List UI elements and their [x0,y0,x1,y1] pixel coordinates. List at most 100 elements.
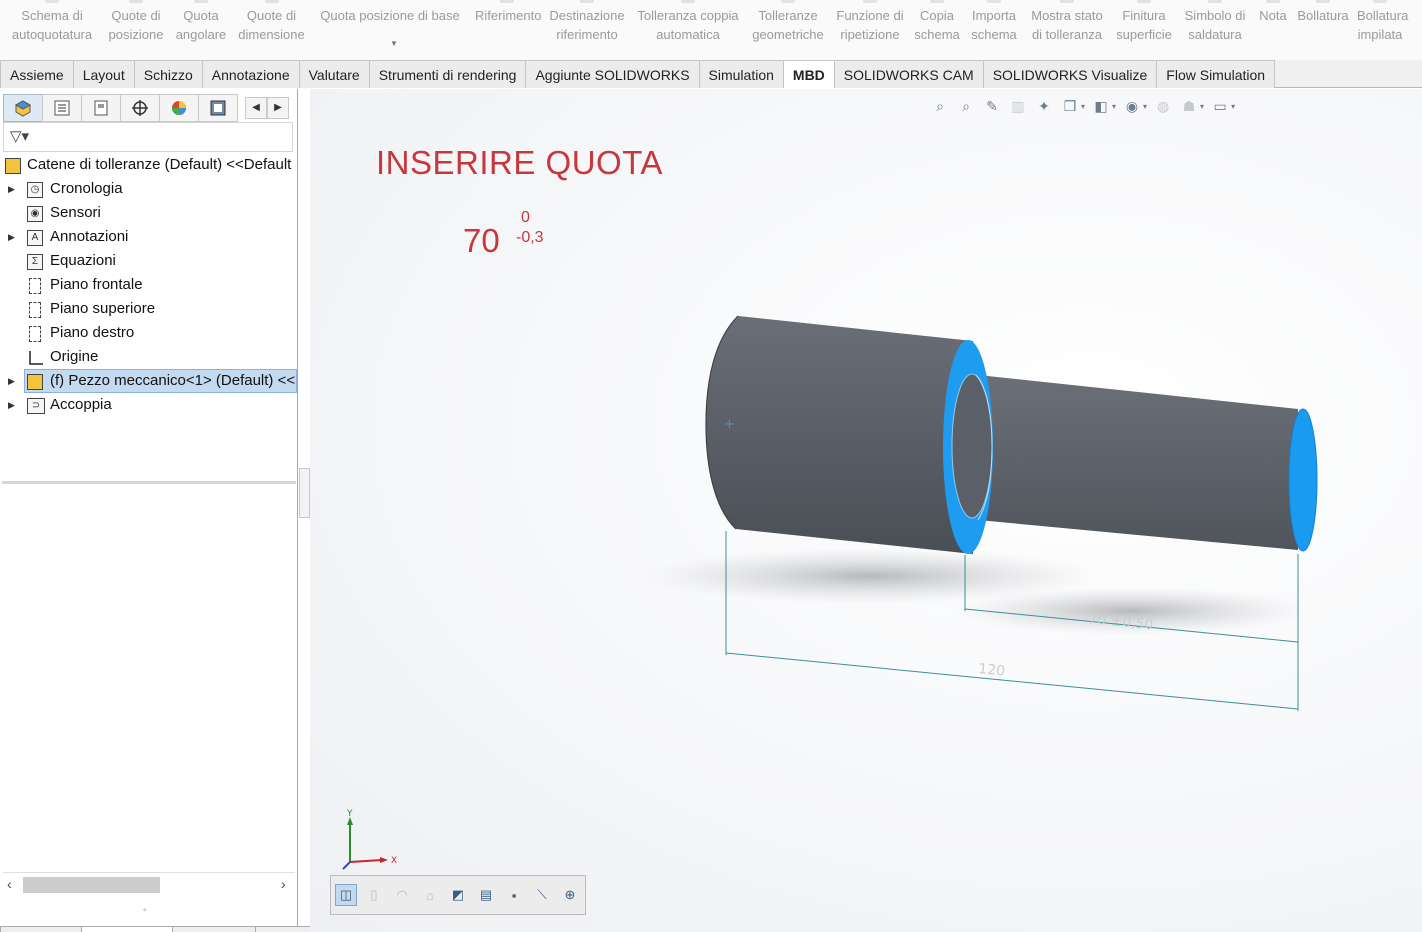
mate-icon: ⊃ [27,398,45,414]
ribbon-label: Riferimento [475,8,542,23]
tab-assieme[interactable]: Assieme [0,60,74,88]
tab-schizzo[interactable]: Schizzo [133,60,203,88]
expand-arrow-icon[interactable]: ▶ [8,393,15,417]
scrollbar-thumb[interactable] [23,877,160,893]
import-scheme-button[interactable]: Importa schema [965,0,1023,60]
tree-item-pezzo-meccanico[interactable]: ▶ (f) Pezzo meccanico<1> (Default) << [0,369,297,393]
datum-target-button[interactable]: Destinazione riferimento [543,0,631,60]
front-view-icon[interactable]: ◫ [335,884,357,906]
angle-dimension-button[interactable]: Quota angolare [168,0,234,60]
filter-icon[interactable]: ▽▾ [10,127,29,145]
property-list-icon [54,100,70,116]
ribbon-label: Quota posizione di base [320,8,460,23]
configuration-manager-tab[interactable] [81,94,121,122]
target-view-icon[interactable]: ⊕ [559,884,581,906]
tree-item-piano-superiore[interactable]: Piano superiore [0,297,297,321]
stacked-balloon-button[interactable]: Bollatura impilata [1353,0,1409,60]
ribbon-label: Quote di dimensione [238,8,305,42]
auto-pair-tolerance-button[interactable]: Tolleranza coppia automatica [631,0,745,60]
note-button[interactable]: Nota [1253,0,1293,60]
datum-button[interactable]: Riferimento [471,0,543,60]
basic-location-dimension-button[interactable]: Quota posizione di base ▼ [309,0,471,60]
ribbon-label: Bollatura impilata [1357,8,1409,42]
property-manager-tab[interactable] [42,94,82,122]
tree-item-label: Annotazioni [50,228,129,245]
tree-item-cronologia[interactable]: ▶ ◷ Cronologia [0,177,297,201]
cam-manager-tab[interactable] [198,94,238,122]
horizontal-scrollbar[interactable]: ‹ › [3,872,295,896]
left-view-icon[interactable]: ◩ [447,884,469,906]
tab-simulation[interactable]: Simulation [698,60,784,88]
graphics-viewport[interactable]: ⌕ ⌕ ✎ ▥ ✦ ❒ ▾ ◧ ▾ ◉ ▾ ◍ ☗ ▾ ▭ ▾ INSERIRE… [310,89,1422,932]
tab-flow-simulation[interactable]: Flow Simulation [1156,60,1276,88]
tree-item-sensori[interactable]: ◉ Sensori [0,201,297,225]
top-view-icon[interactable]: ◠ [391,884,413,906]
geometric-tolerance-button[interactable]: Tolleranze geometriche [745,0,831,60]
show-tolerance-status-button[interactable]: Mostra stato di tolleranza [1023,0,1111,60]
display-manager-tab[interactable] [159,94,199,122]
plane-icon [29,326,41,342]
tab-solidworks-visualize[interactable]: SOLIDWORKS Visualize [982,60,1158,88]
chevron-right-icon[interactable]: › [281,876,286,892]
assembly-icon [5,158,21,174]
bottom-tab[interactable] [0,926,82,932]
size-dimension-button[interactable]: Quote di dimensione [234,0,309,60]
tab-strumenti-rendering[interactable]: Strumenti di rendering [368,60,527,88]
tree-item-accoppia[interactable]: ▶ ⊃ Accoppia [0,393,297,417]
isometric-view-icon[interactable]: ▪ [503,884,525,906]
tree-item-annotazioni[interactable]: ▶ A Annotazioni [0,225,297,249]
bottom-tab-model[interactable] [81,926,173,932]
resize-grip-icon[interactable]: ◦ [143,905,147,916]
tree-item-label: Sensori [50,204,101,221]
crosshair-icon [132,100,148,116]
auto-dimension-scheme-button[interactable]: Schema di autoquotatura [0,0,104,60]
tree-item-label: (f) Pezzo meccanico<1> (Default) << [50,372,296,389]
weld-symbol-button[interactable]: Simbolo di saldatura [1177,0,1253,60]
chevron-right-icon[interactable]: ▶ [267,97,289,119]
chevron-left-icon[interactable]: ◀ [245,97,267,119]
right-view-icon[interactable]: ▤ [475,884,497,906]
tab-mbd[interactable]: MBD [782,60,835,88]
normal-to-icon[interactable]: ⟍ [531,884,553,906]
panel-splitter[interactable] [299,468,310,518]
balloon-button[interactable]: Bollatura [1293,0,1353,60]
chevron-down-icon[interactable]: ▼ [390,34,398,53]
dimxpert-manager-tab[interactable] [120,94,160,122]
tree-filter-input[interactable]: ▽▾ [3,122,293,152]
ribbon-label: Mostra stato di tolleranza [1031,8,1103,42]
annotation-icon: A [27,230,43,246]
ribbon-label: Nota [1259,8,1287,23]
tree-item-label: Cronologia [50,180,123,197]
origin-marker-icon: + [724,417,735,432]
tab-layout[interactable]: Layout [72,60,135,88]
tree-item-piano-destro[interactable]: Piano destro [0,321,297,345]
tab-annotazione[interactable]: Annotazione [201,60,300,88]
large-cylinder-body [706,316,973,554]
copy-scheme-button[interactable]: Copia schema [909,0,965,60]
tree-item-label: Equazioni [50,252,116,269]
tree-item-origine[interactable]: Origine [0,345,297,369]
expand-arrow-icon[interactable]: ▶ [8,225,15,249]
location-dimension-button[interactable]: Quote di posizione [104,0,168,60]
tab-solidworks-cam[interactable]: SOLIDWORKS CAM [833,60,984,88]
ribbon-label: Importa schema [971,8,1017,42]
expand-arrow-icon[interactable]: ▶ [8,177,15,201]
stepped-shaft-model[interactable]: + 70 ±0,50 120 [310,89,1422,932]
back-view-icon[interactable]: ▯ [363,884,385,906]
tree-item-equazioni[interactable]: Σ Equazioni [0,249,297,273]
axis-x-label: X [391,856,397,866]
folder-clock-icon: ◷ [27,182,43,198]
surface-finish-button[interactable]: Finitura superficie [1111,0,1177,60]
expand-arrow-icon[interactable]: ▶ [8,369,15,393]
bottom-view-icon[interactable]: ⌂ [419,884,441,906]
tree-root[interactable]: Catene di tolleranze (Default) <<Default [0,153,297,177]
tab-valutare[interactable]: Valutare [298,60,370,88]
pattern-feature-button[interactable]: Funzione di ripetizione [831,0,909,60]
dimension-label-120[interactable]: 120 [978,661,1006,680]
feature-manager-tab[interactable] [3,94,43,122]
tree-item-piano-frontale[interactable]: Piano frontale [0,273,297,297]
bottom-tab[interactable] [172,926,256,932]
tree-item-label: Accoppia [50,396,112,413]
tab-aggiunte-solidworks[interactable]: Aggiunte SOLIDWORKS [525,60,700,88]
chevron-left-icon[interactable]: ‹ [7,876,12,892]
